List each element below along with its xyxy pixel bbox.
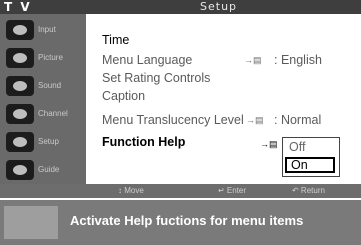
sidebar-item-input[interactable]: Input bbox=[2, 18, 84, 42]
return-hint: ↶ Return bbox=[292, 186, 325, 195]
enter-icon: →▤ bbox=[244, 55, 262, 65]
sidebar-item-setup[interactable]: Setup bbox=[2, 130, 84, 154]
sidebar-item-label: Channel bbox=[38, 109, 68, 118]
help-text: Activate Help fuctions for menu items bbox=[70, 213, 304, 228]
option-off[interactable]: Off bbox=[285, 139, 335, 155]
translucency-value: : Normal bbox=[274, 113, 322, 127]
menu-item-menu-translucency[interactable]: Menu Translucency Level bbox=[102, 112, 244, 128]
sidebar-item-picture[interactable]: Picture bbox=[2, 46, 84, 70]
option-on[interactable]: On bbox=[285, 157, 335, 173]
enter-icon: →▤ bbox=[260, 139, 278, 149]
navigation-hint-bar: ↕ Move ↵ Enter ↶ Return bbox=[0, 184, 361, 198]
sidebar-item-label: Input bbox=[38, 25, 56, 34]
guide-icon bbox=[6, 160, 34, 180]
sidebar-item-label: Sound bbox=[38, 81, 62, 90]
sidebar-item-label: Picture bbox=[38, 53, 63, 62]
sound-icon bbox=[6, 76, 34, 96]
channel-icon bbox=[6, 104, 34, 124]
sidebar-item-label: Guide bbox=[38, 165, 60, 174]
title-bar: T V Setup bbox=[0, 0, 361, 14]
menu-title: Setup bbox=[200, 0, 238, 13]
function-help-dropdown[interactable]: Off On bbox=[282, 137, 340, 177]
menu-item-time[interactable]: Time bbox=[102, 32, 129, 48]
sidebar-item-guide[interactable]: Guide bbox=[2, 158, 84, 182]
menu-item-caption[interactable]: Caption bbox=[102, 88, 145, 104]
input-icon bbox=[6, 20, 34, 40]
sidebar-item-sound[interactable]: Sound bbox=[2, 74, 84, 98]
setup-icon bbox=[6, 132, 34, 152]
enter-icon: →▤ bbox=[246, 115, 264, 125]
menu-item-menu-language[interactable]: Menu Language bbox=[102, 52, 192, 68]
move-hint: ↕ Move bbox=[118, 186, 144, 195]
tv-label: T V bbox=[4, 0, 32, 14]
sidebar-item-channel[interactable]: Channel bbox=[2, 102, 84, 126]
sidebar-item-label: Setup bbox=[38, 137, 59, 146]
sidebar: Input Picture Sound Channel Setup Guide bbox=[0, 14, 86, 190]
menu-item-function-help[interactable]: Function Help bbox=[102, 134, 185, 150]
tv-setup-screen: T V Setup Input Picture Sound Channel Se… bbox=[0, 0, 361, 245]
help-icon bbox=[4, 206, 58, 239]
menu-language-value: : English bbox=[274, 53, 322, 67]
help-bar: Activate Help fuctions for menu items bbox=[0, 200, 361, 245]
setup-menu-panel: Time Menu Language →▤ : English Set Rati… bbox=[86, 14, 361, 184]
enter-hint: ↵ Enter bbox=[218, 186, 247, 195]
menu-item-set-rating-controls[interactable]: Set Rating Controls bbox=[102, 70, 210, 86]
picture-icon bbox=[6, 48, 34, 68]
